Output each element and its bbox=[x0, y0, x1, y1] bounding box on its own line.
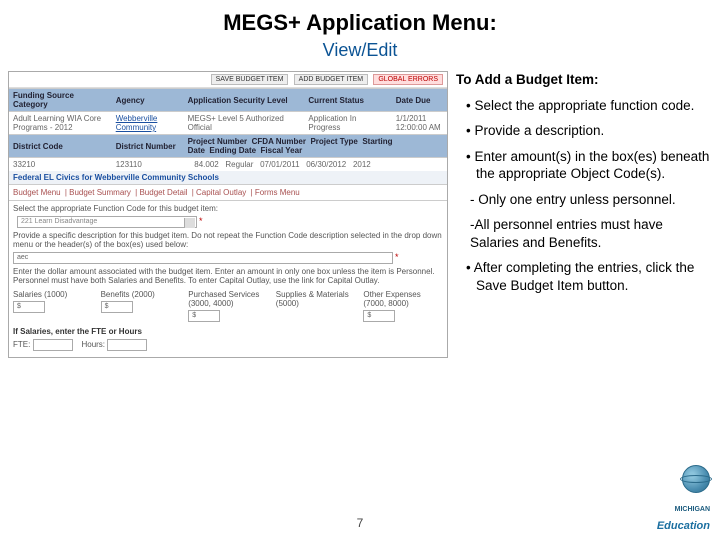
instruction-sub-bullet: -All personnel entries must have Salarie… bbox=[470, 216, 712, 251]
nav-forms-menu[interactable]: Forms Menu bbox=[255, 188, 300, 197]
col-agency: Agency bbox=[112, 89, 184, 112]
nav-budget-summary[interactable]: Budget Summary bbox=[69, 188, 131, 197]
other-input[interactable]: $ bbox=[363, 310, 395, 322]
salaries-label: Salaries (1000) bbox=[13, 290, 93, 299]
screenshot-toolbar: SAVE BUDGET ITEM ADD BUDGET ITEM GLOBAL … bbox=[9, 72, 447, 88]
description-input[interactable]: aec bbox=[13, 252, 393, 264]
slide-header: MEGS+ Application Menu: View/Edit bbox=[0, 0, 720, 61]
supplies-label: Supplies & Materials (5000) bbox=[276, 290, 356, 308]
nav-links: Budget Menu | Budget Summary | Budget De… bbox=[9, 184, 447, 201]
nav-capital-outlay[interactable]: Capital Outlay bbox=[196, 188, 246, 197]
col-funding: Funding Source Category bbox=[9, 89, 112, 112]
function-code-label: Select the appropriate Function Code for… bbox=[9, 201, 447, 216]
function-code-select[interactable]: 221 Learn Disadvantage bbox=[17, 216, 197, 228]
purchased-input[interactable]: $ bbox=[188, 310, 220, 322]
hours-input[interactable] bbox=[107, 339, 147, 351]
purchased-label: Purchased Services (3000, 4000) bbox=[188, 290, 268, 308]
table-row: Adult Learning WIA Core Programs - 2012 … bbox=[9, 112, 447, 135]
fte-section-label: If Salaries, enter the FTE or Hours bbox=[9, 324, 447, 339]
required-icon: * bbox=[199, 216, 203, 226]
amount-label: Enter the dollar amount associated with … bbox=[9, 264, 447, 288]
instruction-bullet: Select the appropriate function code. bbox=[462, 97, 712, 115]
page-number: 7 bbox=[0, 516, 720, 530]
agency-link[interactable]: Webberville Community bbox=[112, 112, 184, 135]
fte-input[interactable] bbox=[33, 339, 73, 351]
slide-subtitle: View/Edit bbox=[0, 40, 720, 61]
instruction-panel: To Add a Budget Item: Select the appropr… bbox=[456, 71, 712, 358]
logo-line1: MICHIGAN bbox=[675, 506, 710, 513]
instruction-bullet: Enter amount(s) in the box(es) beneath t… bbox=[462, 148, 712, 183]
global-errors-button[interactable]: GLOBAL ERRORS bbox=[373, 74, 443, 85]
benefits-input[interactable]: $ bbox=[101, 301, 133, 313]
funding-table: Funding Source Category Agency Applicati… bbox=[9, 88, 447, 184]
amount-columns: Salaries (1000) $ Benefits (2000) $ Purcha… bbox=[9, 288, 447, 324]
other-label: Other Expenses (7000, 8000) bbox=[363, 290, 443, 308]
fte-label: FTE: bbox=[13, 340, 30, 349]
save-budget-button[interactable]: SAVE BUDGET ITEM bbox=[211, 74, 289, 85]
instruction-heading: To Add a Budget Item: bbox=[456, 71, 712, 89]
col-status: Current Status bbox=[304, 89, 391, 112]
app-screenshot: SAVE BUDGET ITEM ADD BUDGET ITEM GLOBAL … bbox=[8, 71, 448, 358]
instruction-sub-bullet: - Only one entry unless personnel. bbox=[470, 191, 712, 209]
slide-title: MEGS+ Application Menu: bbox=[0, 10, 720, 36]
nav-budget-detail[interactable]: Budget Detail bbox=[139, 188, 187, 197]
description-label: Provide a specific description for this … bbox=[9, 228, 447, 252]
table-row: 33210 123110 84.002 Regular 07/01/2011 0… bbox=[9, 158, 447, 172]
instruction-bullet: After completing the entries, click the … bbox=[462, 259, 712, 294]
instruction-bullet: Provide a description. bbox=[462, 122, 712, 140]
col-security: Application Security Level bbox=[184, 89, 305, 112]
col-datedue: Date Due bbox=[392, 89, 447, 112]
benefits-label: Benefits (2000) bbox=[101, 290, 181, 299]
globe-icon bbox=[682, 465, 710, 493]
logo-line2: Education bbox=[657, 520, 710, 532]
required-icon: * bbox=[395, 252, 399, 262]
nav-budget-menu[interactable]: Budget Menu bbox=[13, 188, 61, 197]
michigan-education-logo: MICHIGAN Education bbox=[620, 465, 710, 534]
add-budget-button[interactable]: ADD BUDGET ITEM bbox=[294, 74, 368, 85]
salaries-input[interactable]: $ bbox=[13, 301, 45, 313]
project-title-row: Federal EL Civics for Webberville Commun… bbox=[9, 171, 447, 184]
hours-label: Hours: bbox=[81, 340, 105, 349]
